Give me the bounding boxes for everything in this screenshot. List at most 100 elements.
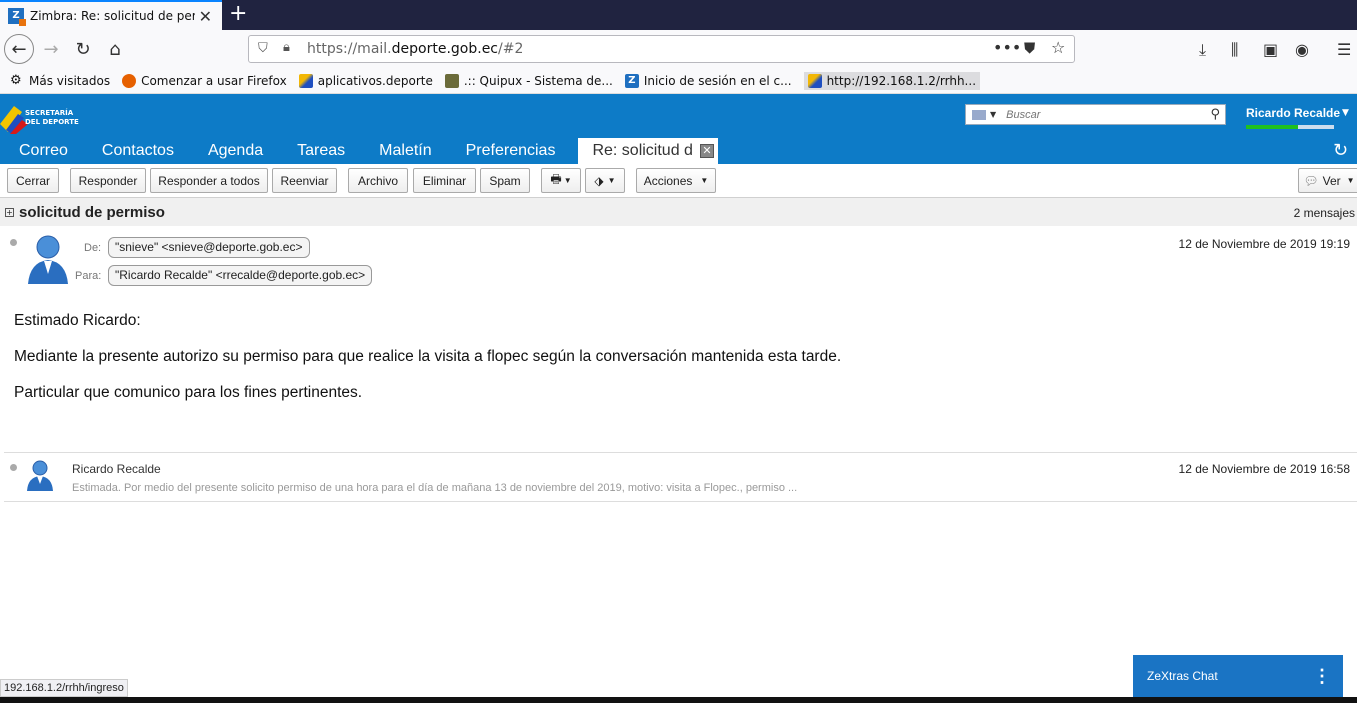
bookmark-item[interactable]: aplicativos.deporte — [298, 73, 433, 88]
quipux-icon — [444, 73, 459, 88]
secretaria-deporte-logo: SECRETARÍA DEL DEPORTE — [0, 102, 80, 134]
close-tab-icon[interactable]: ✕ — [199, 7, 212, 26]
refresh-icon[interactable]: ↻ — [1333, 140, 1348, 161]
bookmark-item[interactable]: Z Inicio de sesión en el c... — [624, 73, 792, 88]
zimbra-icon: Z — [624, 73, 639, 88]
archive-button[interactable]: Archivo — [348, 168, 408, 193]
browser-tab[interactable]: Z Zimbra: Re: solicitud de permiso ✕ — [0, 0, 222, 30]
tab-preferencias[interactable]: Preferencias — [447, 138, 571, 164]
account-icon[interactable]: ◉ — [1295, 40, 1309, 59]
search-icon[interactable]: ⚲ — [1210, 107, 1220, 122]
gear-icon: ⚙ — [10, 72, 22, 88]
message-date: 12 de Noviembre de 2019 19:19 — [1178, 237, 1350, 251]
new-tab-icon[interactable]: + — [229, 1, 247, 27]
speech-bubble-icon: 💬︎ — [1303, 173, 1319, 188]
spam-button[interactable]: Spam — [480, 168, 530, 193]
zimbra-header: SECRETARÍADEL DEPORTE ▼ ⚲ Ricardo Recald… — [0, 94, 1357, 164]
tag-icon: ⬗ — [594, 173, 604, 188]
bookmark-item[interactable]: ⚙ Más visitados — [10, 72, 110, 88]
chevron-down-icon: ▼ — [1346, 176, 1355, 185]
app-tabs: Correo Contactos Agenda Tareas Maletín P… — [0, 138, 718, 164]
view-button[interactable]: 💬︎ Ver ▼ — [1298, 168, 1357, 193]
bookmarks-toolbar: ⚙ Más visitados Comenzar a usar Firefox a… — [0, 68, 1357, 94]
actions-button[interactable]: Acciones ▼ — [636, 168, 716, 193]
home-button[interactable]: ⌂ — [100, 34, 130, 64]
delete-button[interactable]: Eliminar — [413, 168, 476, 193]
kebab-menu-icon[interactable]: ⋮ — [1313, 665, 1331, 687]
tab-maletin[interactable]: Maletín — [360, 138, 446, 164]
close-button[interactable]: Cerrar — [7, 168, 59, 193]
tab-correo[interactable]: Correo — [0, 138, 83, 164]
library-icon[interactable]: ⫼ — [1231, 40, 1238, 60]
message-snippet: Estimada. Por medio del presente solicit… — [72, 482, 798, 494]
user-name[interactable]: Ricardo Recalde — [1246, 106, 1340, 120]
avatar — [28, 235, 68, 284]
unread-dot-icon[interactable] — [10, 239, 17, 246]
message-toolbar: Cerrar Responder Responder a todos Reenv… — [0, 164, 1357, 198]
browser-tab-bar: Z Zimbra: Re: solicitud de permiso ✕ + — [0, 0, 1357, 30]
bookmark-item[interactable]: Comenzar a usar Firefox — [122, 73, 287, 88]
sidebar-icon[interactable]: ▣ — [1263, 40, 1278, 59]
avatar — [27, 460, 53, 491]
tab-agenda[interactable]: Agenda — [189, 138, 278, 164]
zimbra-favicon-icon: Z — [8, 8, 26, 26]
reply-button[interactable]: Responder — [70, 168, 146, 193]
body-paragraph: Particular que comunico para los fines p… — [14, 384, 363, 401]
message-count: 2 mensajes — [1293, 206, 1355, 220]
quota-bar — [1246, 125, 1334, 129]
expand-icon[interactable]: + — [5, 208, 14, 217]
unread-dot-icon[interactable] — [10, 464, 17, 471]
chevron-down-icon: ▼ — [607, 176, 616, 185]
reply-all-button[interactable]: Responder a todos — [150, 168, 268, 193]
zextras-chat-panel[interactable]: ZeXtras Chat ⋮ — [1133, 655, 1343, 697]
url-text: https://mail.deporte.gob.ec/#2 — [307, 41, 524, 57]
navigation-bar: ← → ↻ ⌂ ⛉ 🔒︎ https://mail.deporte.gob.ec… — [0, 30, 1357, 68]
print-icon: 🖶︎ — [550, 172, 562, 186]
divider — [4, 452, 1357, 453]
search-input[interactable] — [1006, 108, 1197, 121]
deporte-icon — [298, 73, 313, 88]
forward-button[interactable]: Reenviar — [272, 168, 337, 193]
to-label: Para: — [75, 270, 102, 282]
search-box[interactable]: ▼ ⚲ — [965, 104, 1226, 125]
shield-icon[interactable]: ⛉ — [258, 41, 268, 56]
tab-message[interactable]: Re: solicitud d ✕ — [578, 138, 718, 164]
print-button[interactable]: 🖶︎ ▼ — [541, 168, 581, 193]
status-bar: 192.168.1.2/rrhh/ingreso — [0, 679, 128, 697]
page-actions-icon[interactable]: ••• — [993, 38, 1021, 57]
menu-icon[interactable]: ☰ — [1337, 40, 1351, 59]
deporte-icon — [807, 73, 822, 88]
mail-type-icon[interactable] — [972, 109, 986, 120]
divider — [4, 501, 1357, 502]
back-button[interactable]: ← — [4, 34, 34, 64]
to-address[interactable]: "Ricardo Recalde" <rrecalde@deporte.gob.… — [108, 265, 373, 286]
conversation-subject: solicitud de permiso — [19, 204, 165, 221]
firefox-icon — [122, 73, 137, 88]
chat-label: ZeXtras Chat — [1147, 669, 1218, 683]
lock-icon[interactable]: 🔒︎ — [283, 40, 290, 55]
from-label: De: — [84, 242, 102, 254]
reload-button[interactable]: ↻ — [68, 34, 98, 64]
tab-tareas[interactable]: Tareas — [278, 138, 360, 164]
chevron-down-icon[interactable]: ▼ — [1342, 108, 1349, 118]
bookmark-item[interactable]: .:: Quipux - Sistema de... — [444, 73, 613, 88]
body-paragraph: Mediante la presente autorizo su permiso… — [14, 348, 842, 365]
os-taskbar — [0, 697, 1357, 703]
tab-message-label: Re: solicitud d — [592, 142, 693, 159]
pocket-icon[interactable]: ⛊ — [1024, 39, 1035, 57]
tab-title: Zimbra: Re: solicitud de permiso — [30, 9, 195, 23]
message-date: 12 de Noviembre de 2019 16:58 — [1178, 462, 1350, 476]
tab-contactos[interactable]: Contactos — [83, 138, 189, 164]
chevron-down-icon: ▼ — [700, 176, 709, 185]
url-bar[interactable]: ⛉ 🔒︎ https://mail.deporte.gob.ec/#2 ••• … — [248, 35, 1075, 63]
close-icon[interactable]: ✕ — [699, 144, 714, 158]
tag-button[interactable]: ⬗ ▼ — [585, 168, 625, 193]
body-paragraph: Estimado Ricardo: — [14, 312, 141, 329]
bookmark-star-icon[interactable]: ☆ — [1051, 38, 1065, 57]
chevron-down-icon[interactable]: ▼ — [990, 110, 996, 119]
forward-button[interactable]: → — [36, 34, 66, 64]
message-sender: Ricardo Recalde — [72, 462, 161, 476]
from-address[interactable]: "snieve" <snieve@deporte.gob.ec> — [108, 237, 310, 258]
download-icon[interactable]: ⤓ — [1199, 40, 1206, 60]
bookmark-item[interactable]: http://192.168.1.2/rrhh... — [803, 71, 981, 90]
